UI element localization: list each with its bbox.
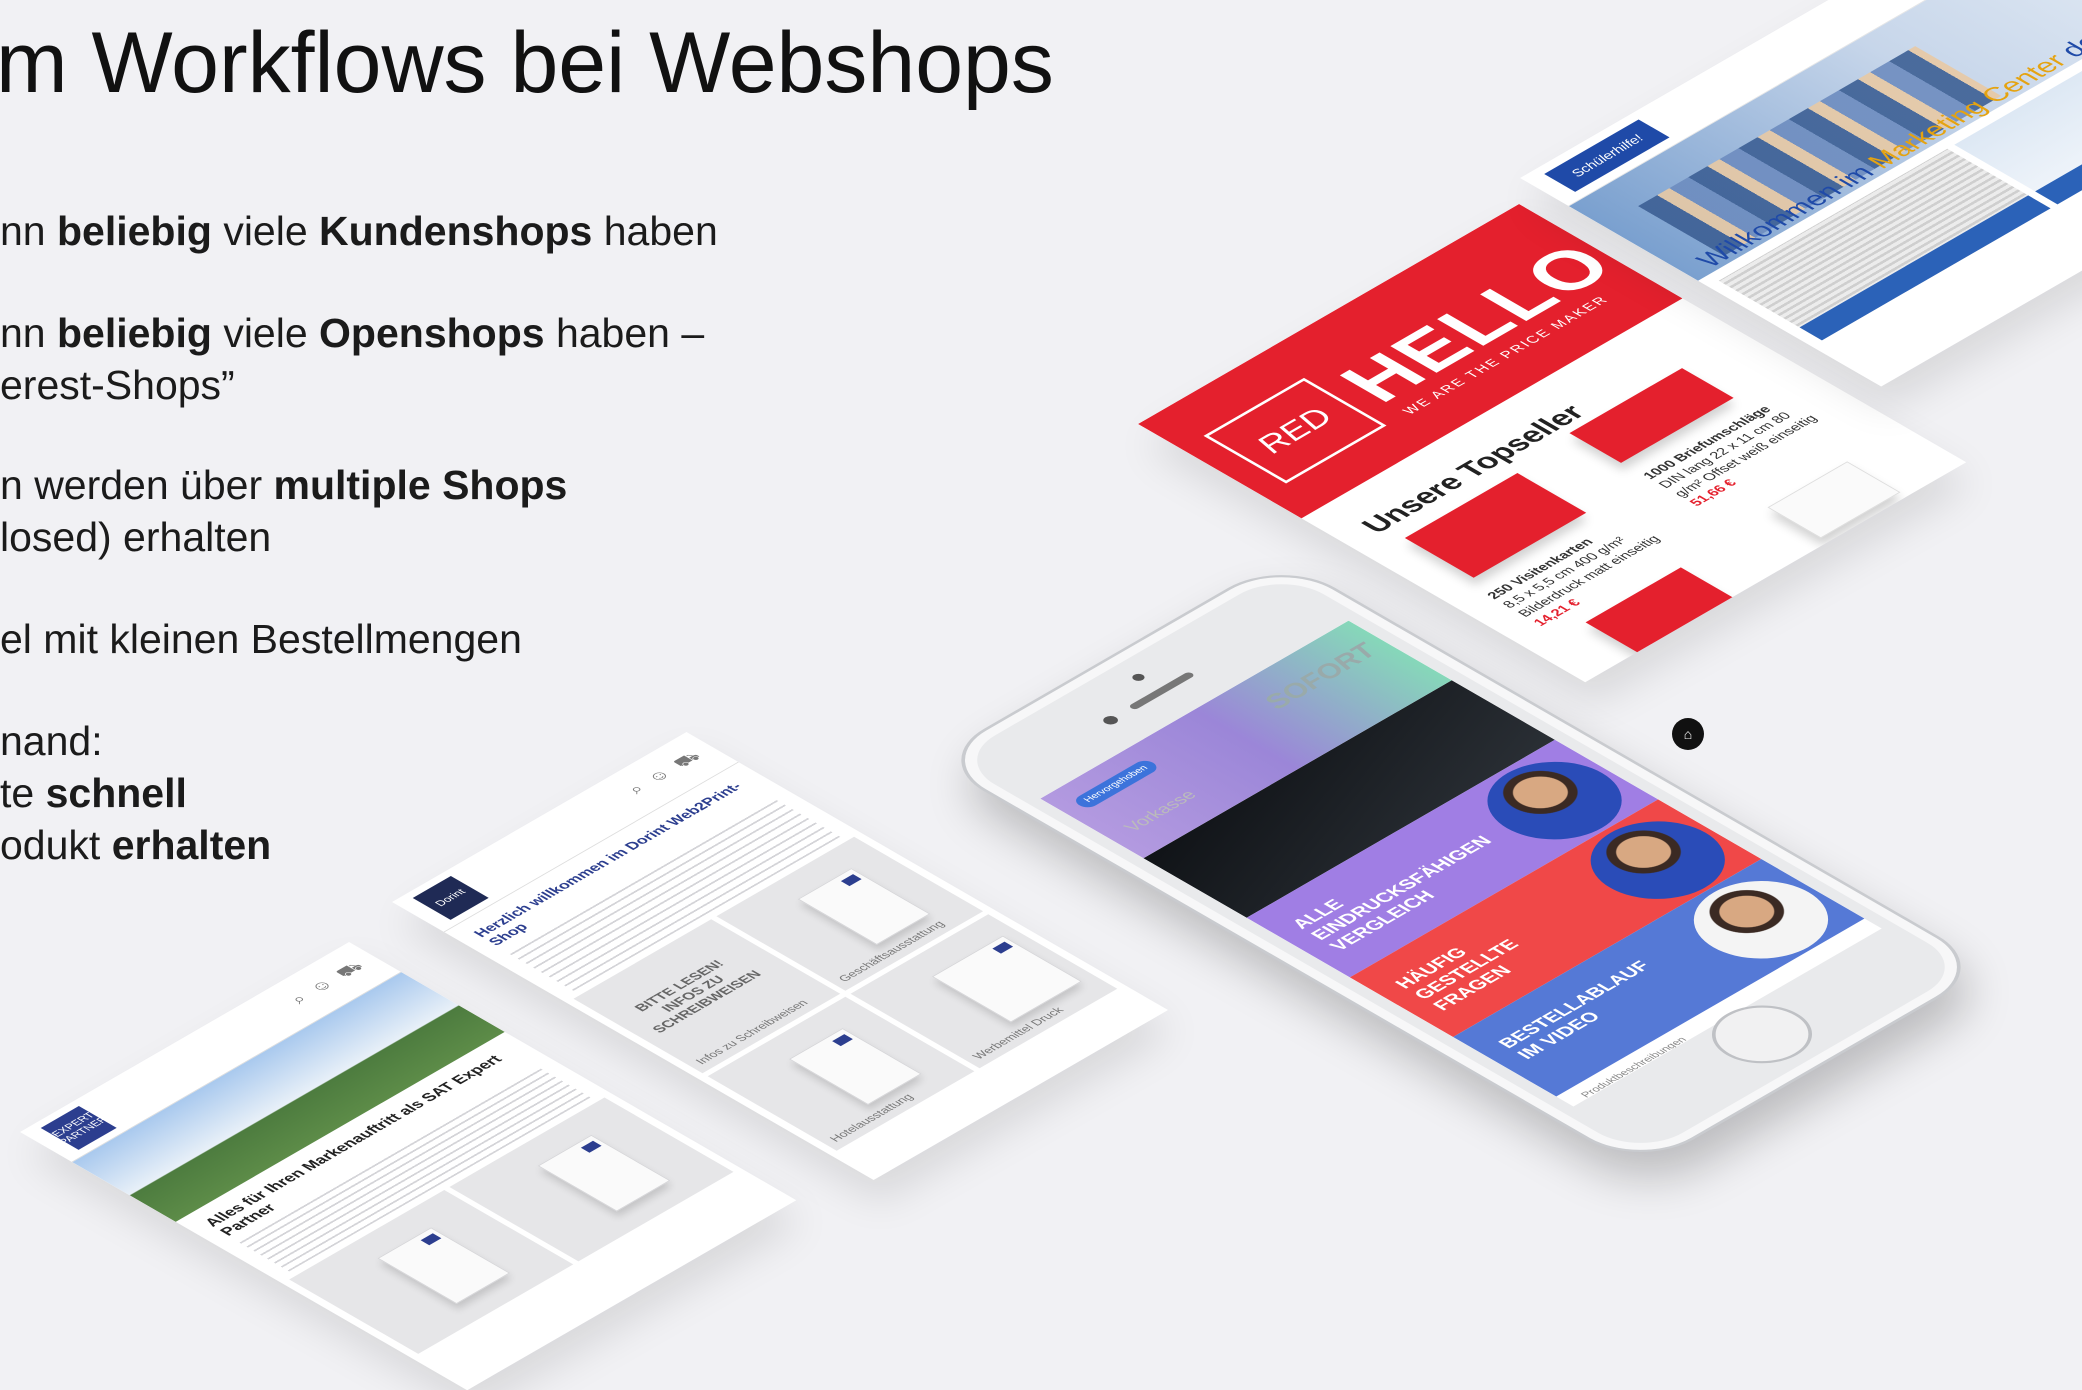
red-hero-banner: RED HELLO! WE ARE THE PRICE MAKER	[1138, 204, 1683, 519]
bullet-text: losed) erhalten	[0, 514, 272, 560]
bullet-emphasis: erhalten	[111, 822, 272, 868]
bullet-text: nn	[0, 208, 57, 254]
sofort-logo: SOFORT	[1256, 639, 1384, 714]
bullet-emphasis: schnell	[45, 770, 187, 816]
cart-icon: ⛟	[668, 748, 706, 771]
bullet-emphasis: beliebig	[57, 310, 212, 356]
bullet-line: nn beliebig viele Openshops haben –	[0, 308, 704, 358]
bullet-text: n werden über	[0, 462, 274, 508]
bullet-text: erest-Shops”	[0, 362, 235, 408]
bullet-emphasis: Openshops	[319, 310, 545, 356]
bullet-text: odukt	[0, 822, 112, 868]
bullet-line: te schnell	[0, 768, 187, 818]
phone-front-camera	[1129, 672, 1148, 683]
info-tile-label: BITTE LESEN! INFOS ZU SCHREIBWEISEN	[630, 957, 765, 1036]
user-icon: ☺	[304, 976, 338, 996]
bullet-line: erest-Shops”	[0, 360, 235, 410]
bullet-text: el mit kleinen Bestellmengen	[0, 616, 522, 662]
bullet-text: viele	[211, 310, 320, 356]
bullet-line: nand:	[0, 716, 103, 766]
bullet-text: haben –	[544, 310, 705, 356]
search-icon: ⌕	[285, 991, 312, 1007]
product-image-bundle[interactable]	[1767, 461, 1901, 539]
phone-sensor	[1100, 714, 1121, 727]
vorkasse-label: Vorkasse	[1119, 787, 1201, 835]
bullet-line: nn beliebig viele Kundenshops haben	[0, 206, 718, 256]
bullet-emphasis: Kundenshops	[319, 208, 593, 254]
bullet-text: viele	[211, 208, 320, 254]
bullet-line: el mit kleinen Bestellmengen	[0, 614, 522, 664]
iphone-mockup: Hervorgehoben SOFORT Vorkasse ALLE EINDR…	[930, 557, 1992, 1171]
bullet-emphasis: multiple Shops	[273, 462, 568, 508]
bullet-text: te	[0, 770, 46, 816]
bullet-text: haben	[592, 208, 718, 254]
bullet-line: losed) erhalten	[0, 512, 271, 562]
red-logo: RED	[1203, 377, 1387, 484]
user-icon: ☺	[642, 766, 676, 786]
bullet-text: nn	[0, 310, 57, 356]
bullet-line: odukt erhalten	[0, 820, 271, 870]
chat-icon[interactable]: ⌂	[1672, 718, 1704, 750]
cart-icon: ⛟	[331, 958, 368, 981]
bullet-line: n werden über multiple Shops	[0, 460, 567, 510]
bullet-emphasis: beliebig	[57, 208, 212, 254]
highlight-tag[interactable]: Hervorgehoben	[1071, 758, 1162, 811]
bullet-text: nand:	[0, 718, 103, 764]
search-icon: ⌕	[622, 781, 649, 797]
